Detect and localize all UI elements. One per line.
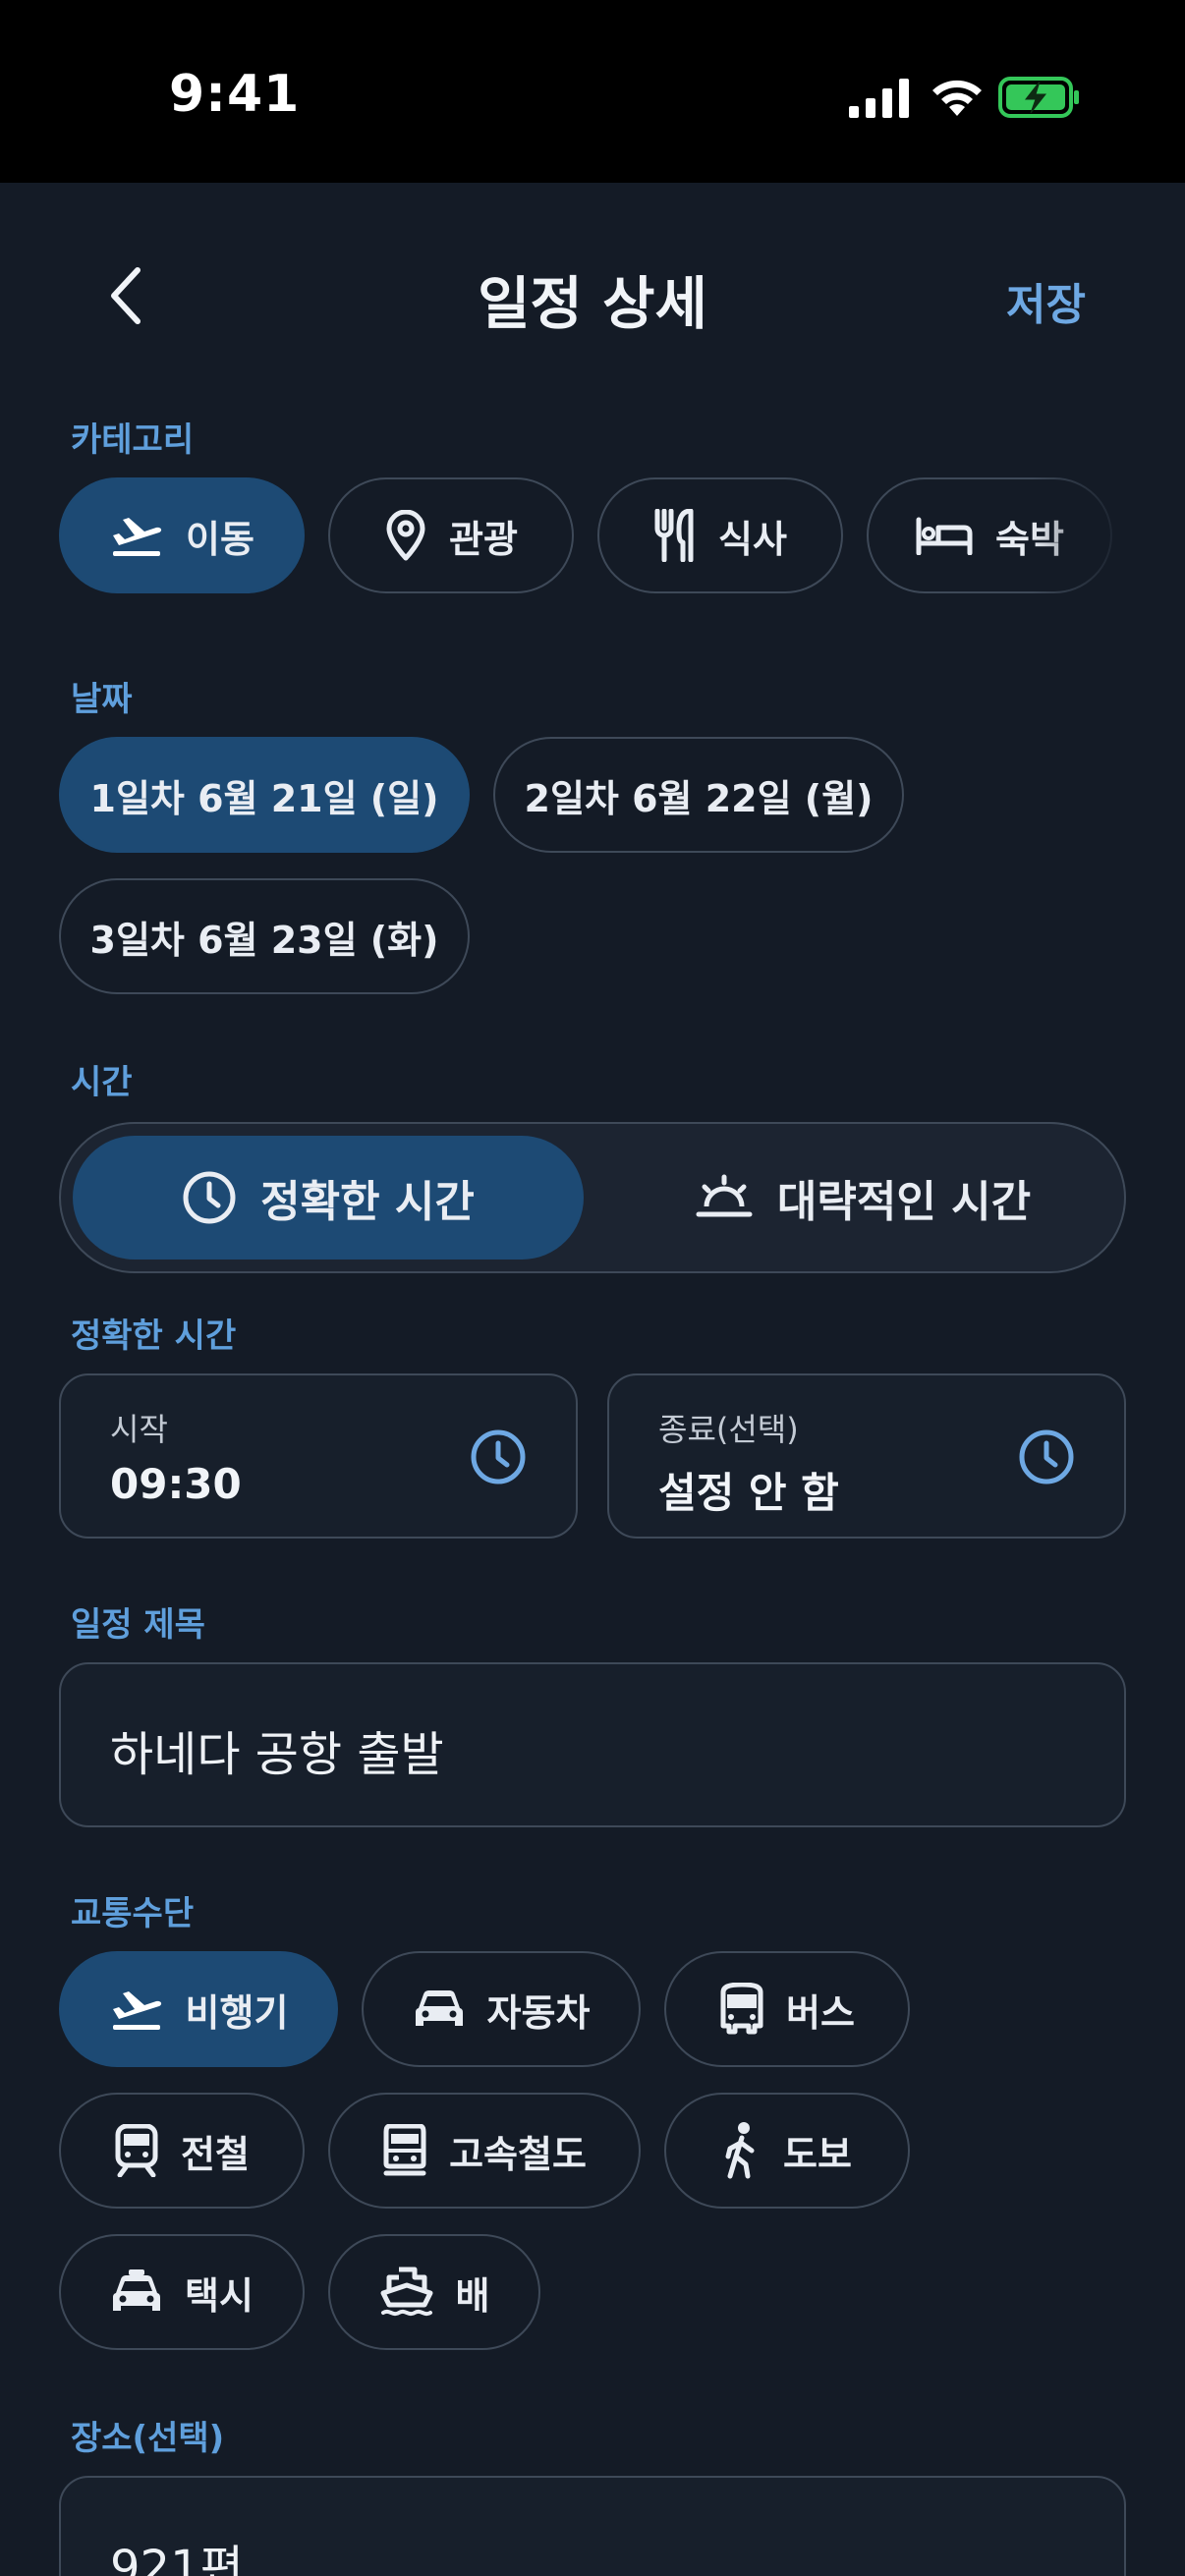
clock-icon — [471, 1429, 526, 1484]
wifi-icon — [932, 80, 982, 116]
category-chip-label: 이동 — [186, 517, 254, 561]
time-mode-label: 대략적인 시간 — [776, 1177, 1032, 1227]
transport-chip-ship[interactable]: 배 — [328, 2234, 540, 2350]
bus-icon — [720, 1983, 763, 2035]
exact-time-label: 정확한 시간 — [71, 1316, 237, 1356]
status-bar: 9:41 — [0, 0, 1185, 183]
transport-chip-walk[interactable]: 도보 — [664, 2093, 910, 2209]
time-mode-segmented-control: 정확한 시간 대략적인 시간 — [59, 1122, 1126, 1273]
title-input-value: 하네다 공항 출발 — [110, 1727, 444, 1782]
scroll-fade — [1032, 472, 1185, 609]
date-chip-day3[interactable]: 3일차 6월 23일 (화) — [59, 878, 470, 994]
transport-chip-label: 도보 — [783, 2132, 852, 2176]
date-chip-label: 1일차 6월 21일 (일) — [89, 776, 439, 820]
map-pin-icon — [386, 510, 425, 561]
cellular-signal-icon — [849, 79, 909, 118]
plane-icon — [112, 1991, 161, 2030]
time-mode-approximate[interactable]: 대략적인 시간 — [607, 1136, 1118, 1260]
time-mode-label: 정확한 시간 — [260, 1177, 475, 1227]
transport-chip-label: 전철 — [181, 2132, 250, 2176]
transport-chip-label: 버스 — [786, 1990, 855, 2035]
start-time-field[interactable]: 시작 09:30 — [59, 1373, 578, 1539]
bed-icon — [916, 517, 973, 555]
transport-chip-label: 비행기 — [185, 1990, 289, 2035]
clock-icon — [1019, 1429, 1074, 1484]
date-chip-label: 2일차 6월 22일 (월) — [524, 776, 874, 820]
category-chip-label: 식사 — [718, 517, 787, 561]
subway-icon — [115, 2124, 158, 2177]
transport-label: 교통수단 — [71, 1894, 195, 1933]
date-label: 날짜 — [71, 680, 133, 719]
category-chip-label: 관광 — [449, 517, 518, 561]
time-label: 시간 — [71, 1063, 133, 1102]
transport-chip-subway[interactable]: 전철 — [59, 2093, 305, 2209]
date-chip-day1[interactable]: 1일차 6월 21일 (일) — [59, 737, 470, 853]
start-time-value: 09:30 — [110, 1460, 242, 1508]
category-label: 카테고리 — [71, 420, 195, 460]
fork-knife-icon — [654, 509, 694, 562]
transport-chip-label: 자동차 — [486, 1990, 591, 2035]
transport-chip-bus[interactable]: 버스 — [664, 1951, 910, 2067]
date-chip-label: 3일차 6월 23일 (화) — [89, 918, 439, 962]
category-chip-sightseeing[interactable]: 관광 — [328, 477, 574, 593]
end-time-label: 종료(선택) — [658, 1411, 799, 1448]
transport-chip-label: 고속철도 — [449, 2132, 587, 2176]
transport-chip-taxi[interactable]: 택시 — [59, 2234, 305, 2350]
walking-icon — [725, 2122, 755, 2179]
title-field-label: 일정 제목 — [71, 1605, 205, 1645]
transport-chip-car[interactable]: 자동차 — [362, 1951, 641, 2067]
category-chip-move[interactable]: 이동 — [59, 477, 305, 593]
start-time-label: 시작 — [110, 1411, 168, 1448]
ship-icon — [380, 2267, 433, 2317]
transport-chip-label: 배 — [455, 2273, 490, 2318]
transport-chip-highspeed-rail[interactable]: 고속철도 — [328, 2093, 641, 2209]
end-time-field[interactable]: 종료(선택) 설정 안 함 — [607, 1373, 1126, 1539]
date-chip-day2[interactable]: 2일차 6월 22일 (월) — [493, 737, 904, 853]
category-chip-meal[interactable]: 식사 — [597, 477, 843, 593]
taxi-icon — [113, 2269, 161, 2311]
sunrise-icon — [696, 1174, 753, 1217]
clock-icon — [183, 1171, 236, 1224]
plane-departure-icon — [113, 518, 162, 556]
place-input-value: 921편 — [110, 2541, 244, 2576]
car-icon — [415, 1990, 463, 2026]
title-input[interactable]: 하네다 공항 출발 — [59, 1662, 1126, 1827]
status-time: 9:41 — [169, 65, 301, 124]
place-field-label: 장소(선택) — [71, 2419, 225, 2458]
place-input[interactable]: 921편 — [59, 2476, 1126, 2576]
battery-charging-icon — [998, 77, 1079, 118]
transport-chip-plane[interactable]: 비행기 — [59, 1951, 338, 2067]
transport-chip-label: 택시 — [185, 2273, 254, 2318]
save-button[interactable]: 저장 — [1006, 269, 1086, 332]
end-time-value: 설정 안 함 — [658, 1469, 839, 1517]
train-icon — [383, 2124, 426, 2176]
time-mode-exact[interactable]: 정확한 시간 — [73, 1136, 584, 1260]
